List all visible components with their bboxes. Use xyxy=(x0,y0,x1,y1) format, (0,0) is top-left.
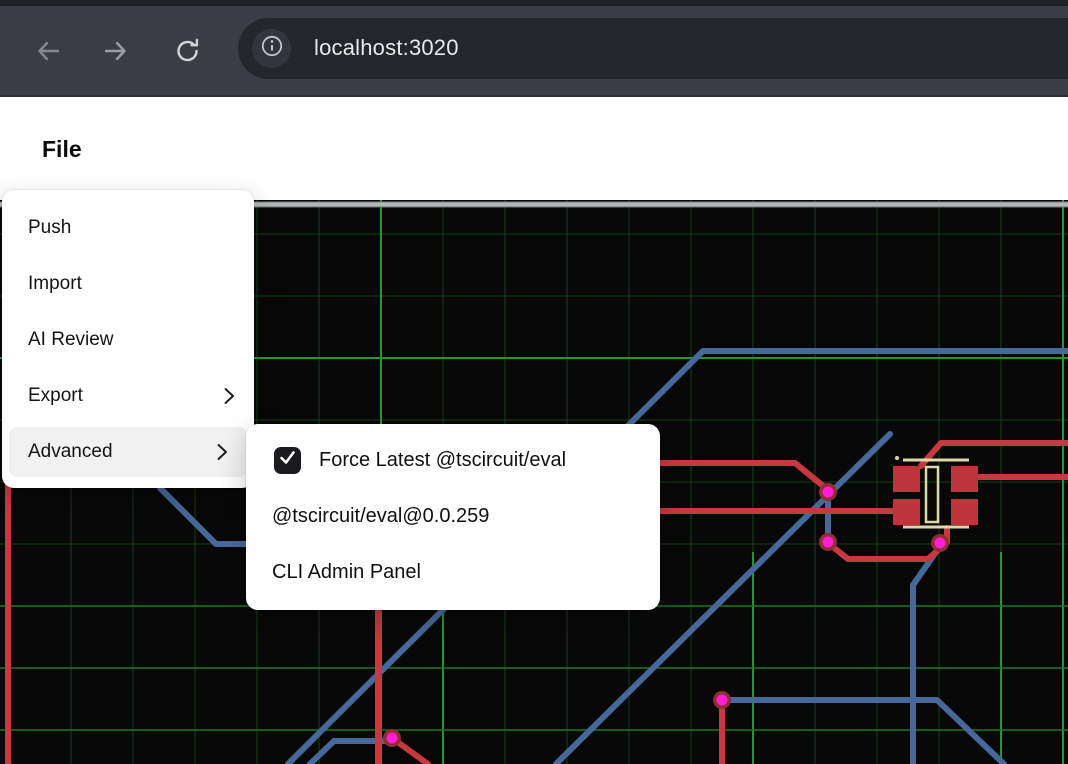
submenu-item-label: CLI Admin Panel xyxy=(272,561,421,584)
menu-item-label: Import xyxy=(28,273,82,295)
pcb-pad xyxy=(951,466,978,492)
chevron-right-icon xyxy=(222,386,236,406)
url-bar[interactable]: localhost:3020 xyxy=(238,18,1068,79)
submenu-item-eval-version[interactable]: @tscircuit/eval@0.0.259 xyxy=(246,488,660,544)
pcb-via xyxy=(717,695,728,706)
chevron-right-icon xyxy=(215,442,229,462)
pcb-via xyxy=(387,733,398,744)
url-text[interactable]: localhost:3020 xyxy=(314,35,459,61)
submenu-item-label: @tscircuit/eval@0.0.259 xyxy=(272,505,489,528)
browser-chrome: localhost:3020 xyxy=(0,0,1068,97)
submenu-item-cli-admin-panel[interactable]: CLI Admin Panel xyxy=(246,544,660,600)
submenu-item-force-latest[interactable]: Force Latest @tscircuit/eval xyxy=(246,432,660,488)
reload-button[interactable] xyxy=(173,36,203,66)
pcb-pad xyxy=(893,466,920,492)
menu-item-advanced[interactable]: Advanced xyxy=(9,427,247,477)
pcb-via xyxy=(823,487,834,498)
advanced-submenu: Force Latest @tscircuit/eval @tscircuit/… xyxy=(246,424,660,610)
reload-icon xyxy=(173,36,203,66)
pcb-via xyxy=(935,538,946,549)
forward-button[interactable] xyxy=(101,36,131,66)
back-arrow-icon xyxy=(33,36,63,66)
menu-item-label: Export xyxy=(28,385,83,407)
silkscreen-dot xyxy=(895,456,899,460)
site-info-button[interactable] xyxy=(252,29,291,68)
menu-item-push[interactable]: Push xyxy=(2,200,254,256)
pcb-via xyxy=(823,537,834,548)
forward-arrow-icon xyxy=(101,36,131,66)
window-top-strip xyxy=(0,0,1068,6)
menu-item-ai-review[interactable]: AI Review xyxy=(2,312,254,368)
file-menu-trigger[interactable]: File xyxy=(42,136,82,163)
back-button[interactable] xyxy=(33,36,63,66)
menu-item-export[interactable]: Export xyxy=(2,368,254,424)
checkmark-icon xyxy=(278,448,297,473)
pcb-pad xyxy=(951,499,978,525)
checkbox-checked[interactable] xyxy=(274,447,301,474)
menu-item-label: AI Review xyxy=(28,329,114,351)
submenu-item-label: Force Latest @tscircuit/eval xyxy=(319,449,566,472)
page: File Push Import AI Review Export Advanc… xyxy=(0,97,1068,764)
info-icon xyxy=(260,34,284,63)
menu-item-import[interactable]: Import xyxy=(2,256,254,312)
file-dropdown-menu: Push Import AI Review Export Advanced xyxy=(2,190,254,488)
menu-item-label: Push xyxy=(28,217,71,239)
pcb-pad xyxy=(893,499,920,525)
menu-item-label: Advanced xyxy=(28,441,113,463)
